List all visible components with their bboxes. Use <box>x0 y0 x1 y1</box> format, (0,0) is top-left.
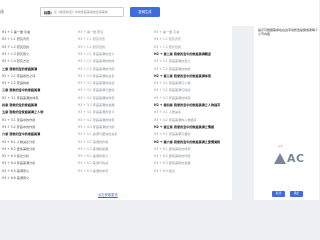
outline-item[interactable]: H3 + 4.2 家庭美满的人物描写 <box>154 117 197 122</box>
outline-item[interactable]: H3 + 1.1 研究背景 <box>154 36 181 41</box>
logo-mark-icon <box>274 152 286 164</box>
generate-outline-button[interactable]: 提纲生成 <box>130 7 160 17</box>
outline-item[interactable]: 五章 我家的宝家庭美满之人物 <box>2 109 43 114</box>
outline-item[interactable]: 四章 我家的宝的家庭美满 <box>2 102 37 107</box>
outline-item[interactable]: H2 + 6.1 人物关系分析 <box>2 139 35 144</box>
outline-item[interactable]: H3 + 1.3 研究意义 <box>2 51 29 56</box>
outline-item[interactable]: H3 + 2.3 家庭美满的关系 <box>78 73 114 78</box>
outline-item[interactable]: H3 + 6.6 美满意义 <box>2 175 29 180</box>
outline-item[interactable]: H3 + 3.3 家庭美满的发展 <box>78 102 114 107</box>
title-input[interactable]: 标题: 论《我家的宝》中的家庭美满的爱情美帆 <box>40 7 124 17</box>
outline-item[interactable]: H3 + 5.3 美满的发展 <box>78 146 108 151</box>
outline-panel: H1 + 1 第一章 引言 H2 + 1.1 研究背景 H3 + 1.2 研究目的 H… <box>0 26 232 200</box>
outline-item[interactable]: H3 + 4.1 人物关系 <box>154 109 181 114</box>
outline-item[interactable]: H3 + 6.2 爱情美帆分析 <box>2 146 35 151</box>
outline-item[interactable]: H3 + 1.2 研究目的 <box>154 44 181 49</box>
outline-item[interactable]: 二章 我家的宝的家庭美满 <box>2 66 37 71</box>
outline-item[interactable]: H3 + 2.2 家庭美满的作用 <box>78 66 114 71</box>
outline-item[interactable]: H3 + 3.2 家庭美满的体现 <box>78 95 114 100</box>
outline-item[interactable]: H2 + 5.1 家庭中的作用 <box>2 117 35 122</box>
outline-item[interactable]: H3 + 4.3 家庭美满的作用 <box>78 124 114 129</box>
right-panel: 提示可根据需求在右边手动修改提纲或者每个小节内容 论文 AC <box>254 26 319 200</box>
outline-item[interactable]: 六章 我家的宝中的家庭美满 <box>2 131 40 136</box>
outline-item[interactable]: H3 + 2.1 家庭美满的含义 <box>154 58 190 63</box>
outline-item[interactable]: H3 + 4.2 家庭美满的体现 <box>78 117 114 122</box>
outline-item[interactable]: H3 + 6.4 家庭美满分析 <box>2 160 35 165</box>
outline-item[interactable]: H3 + 2.1 家庭美满的含义 <box>78 51 114 56</box>
outline-item[interactable]: H2 + 第六章 我家的宝中的家庭美满之爱情美帆 <box>154 139 220 144</box>
outline-item[interactable]: H3 + 2.2 家庭构成 <box>2 80 29 85</box>
outline-item[interactable]: H2 + 第三章 我家的宝中的家庭美满体现 <box>154 73 211 78</box>
outline-item[interactable]: H3 + 5.1 美满与爱情的关系 <box>78 131 118 136</box>
outline-item[interactable]: H3 + 6.3 美满的体现 <box>78 168 108 173</box>
outline-item[interactable]: H3 + 5.1 家庭美满与爱情 <box>154 131 190 136</box>
outline-item[interactable]: H2 + 第五章 我家的宝中的家庭美满之情感 <box>154 124 214 129</box>
logo: AC <box>274 148 305 168</box>
outline-item[interactable]: H3 + 5.2 家庭中的作用 <box>2 124 35 129</box>
logo-text: AC <box>287 151 305 165</box>
outline-item[interactable]: H3 + 6.4 结论 <box>154 168 175 173</box>
top-bar: 选 标题: 论《我家的宝》中的家庭美满的爱情美帆 提纲生成 <box>0 0 319 26</box>
outline-item[interactable]: H3 + 4.1 家庭美满的意义 <box>78 109 114 114</box>
more-link[interactable]: 点击获取更多 <box>98 192 118 197</box>
title-label: 标题: <box>44 10 52 15</box>
prompt-text: 提示可根据需求在右边手动修改提纲或者每个小节内容 <box>258 28 319 37</box>
outline-item[interactable]: H3 + 5.2 美满的作用 <box>78 139 108 144</box>
outline-item[interactable]: H3 + 6.1 爱情美帆的体现 <box>154 146 190 151</box>
outline-item[interactable]: H2 + 6.5 美满意义 <box>2 168 29 173</box>
outline-item[interactable]: H3 + 1.2 研究目的 <box>78 44 105 49</box>
outline-item[interactable]: H3 + 第一章 引言 <box>154 29 179 34</box>
ok-button[interactable]: 确定 <box>290 191 303 197</box>
title-value[interactable]: 论《我家的宝》中的家庭美满的爱情美帆 <box>54 10 108 14</box>
outline-item[interactable]: H2 + 1.1 研究背景 <box>2 36 29 41</box>
outline-item[interactable]: H3 + 6.2 美满与情感 <box>78 160 108 165</box>
outline-item[interactable]: H1 + 1 第一章 引言 <box>2 29 30 34</box>
outline-item[interactable]: H2 + 6.3 结论分析 <box>2 153 29 158</box>
outline-item[interactable]: H3 + 2.1 家庭美满的构成 <box>78 58 114 63</box>
outline-item[interactable]: H3 + 6.1 美满的意义 <box>78 153 108 158</box>
outline-item[interactable]: H2 + 第四章 我家的宝中的家庭美满之人物描写 <box>154 102 220 107</box>
outline-item[interactable]: H3 + 3.3 家庭美满的体现 <box>154 95 190 100</box>
outline-item[interactable]: H3 + 3.2 家庭美满与情感 <box>154 87 190 92</box>
outline-item[interactable]: H3 + 6.2 爱情美帆的作用 <box>154 153 190 158</box>
outline-item[interactable]: H3 + 1.2 研究目的 <box>2 44 29 49</box>
outline-item[interactable]: H3 + 1.1 研究背景 <box>78 36 105 41</box>
outline-item[interactable]: H3 + 6.3 爱情美帆的发展 <box>154 160 190 165</box>
outline-item[interactable]: H3 + 2.2 家庭美满的构成 <box>154 66 190 71</box>
outline-item[interactable]: H2 + 第二章 我家的宝中的家庭美满概述 <box>154 51 211 56</box>
outline-item[interactable]: H2 + 2.1 家庭成员之间 <box>2 73 35 78</box>
outline-item[interactable]: 三章 我家的宝中的家庭美满 <box>2 87 40 92</box>
outline-item[interactable]: H2 + 3.1 家庭美满的体现 <box>2 95 38 100</box>
outline-item[interactable]: H2 + 1.4 研究方法 <box>2 58 29 63</box>
cancel-button[interactable]: 取消 <box>272 191 285 197</box>
top-tag: 选 <box>0 9 4 14</box>
outline-item[interactable]: H3 + 第一章 研究 <box>78 29 103 34</box>
outline-item[interactable]: H3 + 3.1 家庭美满与爱情 <box>78 87 114 92</box>
outline-item[interactable]: H3 + 3.1 家庭美满与人物 <box>154 80 190 85</box>
outline-item[interactable]: H3 + 3.1 家庭美满的情感 <box>78 80 114 85</box>
